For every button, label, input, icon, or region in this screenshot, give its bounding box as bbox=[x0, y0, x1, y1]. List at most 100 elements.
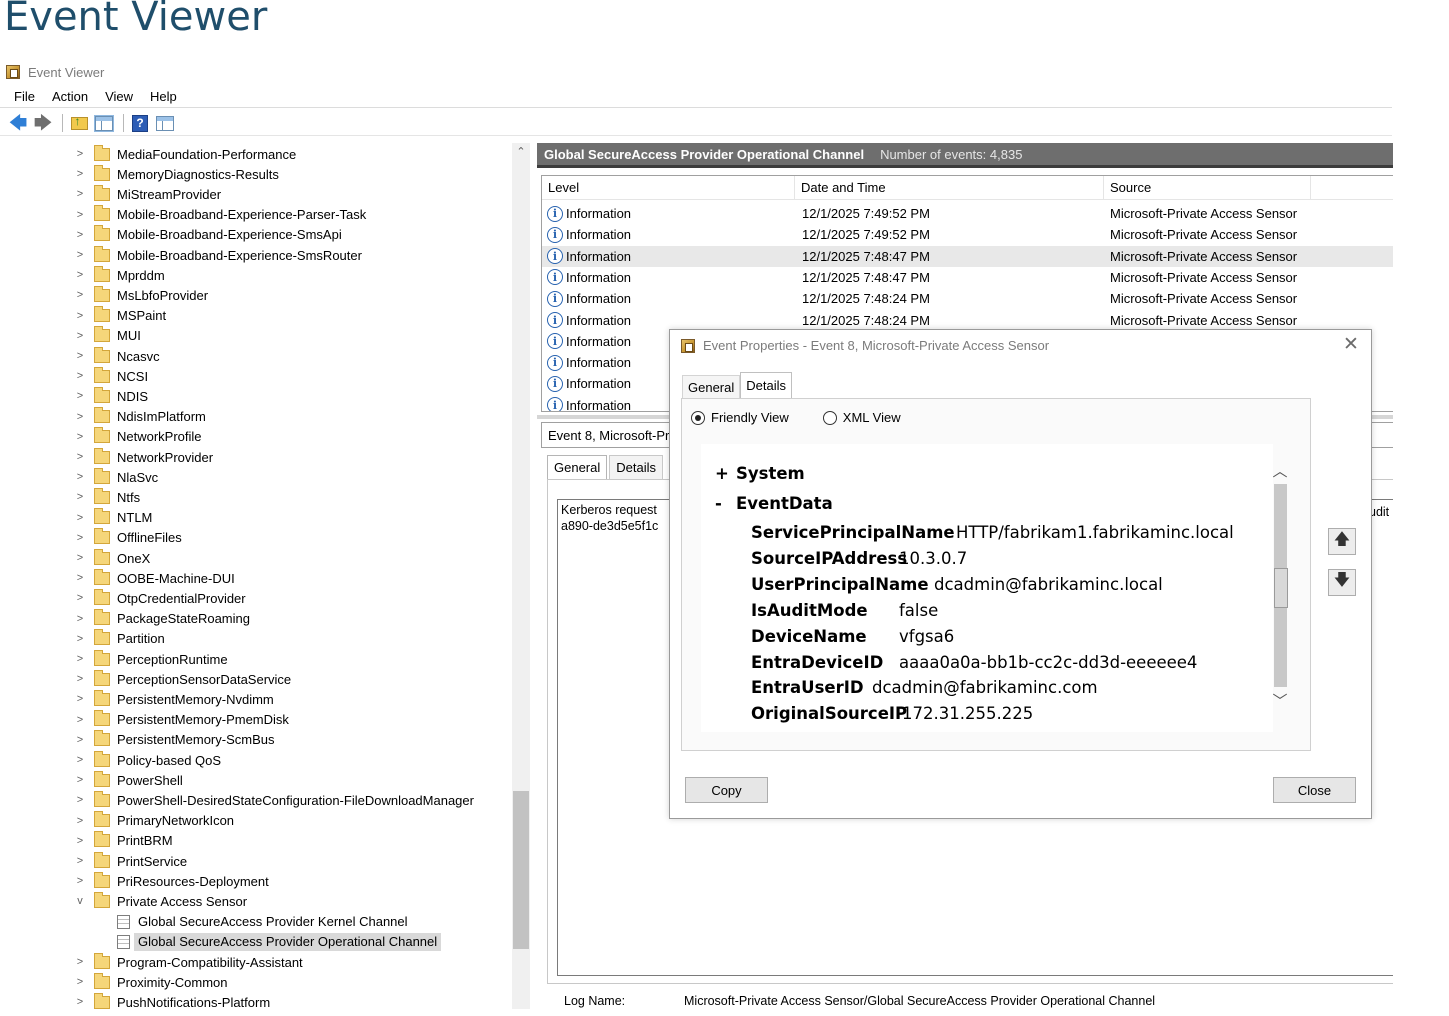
menu-file[interactable]: File bbox=[14, 89, 35, 104]
tree-item[interactable]: > PersistentMemory-Nvdimm bbox=[74, 689, 274, 709]
chevron-down-icon[interactable]: v bbox=[74, 895, 86, 907]
tree-item[interactable]: > PrimaryNetworkIcon bbox=[74, 811, 234, 831]
chevron-right-icon[interactable]: > bbox=[74, 815, 86, 827]
chevron-right-icon[interactable]: > bbox=[74, 390, 86, 402]
tree-item[interactable]: > Mobile-Broadband-Experience-Parser-Task bbox=[74, 205, 366, 225]
chevron-right-icon[interactable]: > bbox=[74, 512, 86, 524]
chevron-right-icon[interactable]: > bbox=[74, 673, 86, 685]
up-one-level-button[interactable] bbox=[68, 112, 90, 134]
tree-item[interactable]: > PrintService bbox=[74, 851, 187, 871]
tree-item[interactable]: > NCSI bbox=[74, 366, 148, 386]
event-row[interactable]: i Information 12/1/2025 7:48:47 PM Microsof… bbox=[542, 267, 1393, 288]
chevron-right-icon[interactable]: > bbox=[74, 572, 86, 584]
copy-button[interactable]: Copy bbox=[685, 777, 768, 803]
console-tree[interactable]: > MediaFoundation-Performance > MemoryDiagn… bbox=[4, 143, 513, 1009]
expand-icon[interactable]: + bbox=[715, 464, 736, 483]
chevron-right-icon[interactable]: > bbox=[74, 289, 86, 301]
chevron-right-icon[interactable]: > bbox=[74, 229, 86, 241]
chevron-right-icon[interactable]: > bbox=[74, 249, 86, 261]
event-row[interactable]: i Information 12/1/2025 7:48:24 PM Microsof… bbox=[542, 310, 1393, 331]
tree-item[interactable]: > PerceptionRuntime bbox=[74, 649, 228, 669]
xml-view-radio[interactable] bbox=[822, 410, 837, 425]
chevron-right-icon[interactable]: > bbox=[74, 451, 86, 463]
tree-item[interactable]: > Ntfs bbox=[74, 487, 140, 507]
tree-item[interactable]: > Policy-based QoS bbox=[74, 750, 221, 770]
chevron-right-icon[interactable]: > bbox=[74, 693, 86, 705]
tree-item[interactable]: > Mprddm bbox=[74, 265, 165, 285]
tree-item[interactable]: > MiStreamProvider bbox=[74, 184, 221, 204]
chevron-right-icon[interactable]: > bbox=[74, 714, 86, 726]
previous-event-button[interactable]: 🡅 bbox=[1328, 528, 1356, 555]
chevron-right-icon[interactable]: > bbox=[74, 875, 86, 887]
tree-item[interactable]: > Proximity-Common bbox=[74, 972, 228, 992]
scroll-up-chevron-icon[interactable]: ︿ bbox=[1272, 460, 1288, 481]
tree-item[interactable]: > MUI bbox=[74, 326, 141, 346]
tree-item[interactable]: > MemoryDiagnostics-Results bbox=[74, 164, 279, 184]
details-scrollbar[interactable]: ︿ ﹀ bbox=[1272, 460, 1288, 710]
chevron-right-icon[interactable]: > bbox=[74, 431, 86, 443]
tree-item[interactable]: v Private Access Sensor bbox=[74, 891, 247, 911]
chevron-right-icon[interactable]: > bbox=[74, 209, 86, 221]
chevron-right-icon[interactable]: > bbox=[74, 653, 86, 665]
chevron-right-icon[interactable]: > bbox=[74, 168, 86, 180]
friendly-view-radio[interactable] bbox=[691, 410, 705, 425]
chevron-right-icon[interactable]: > bbox=[74, 350, 86, 362]
event-row[interactable]: i Information 12/1/2025 7:49:52 PM Microsof… bbox=[542, 224, 1393, 245]
chevron-right-icon[interactable]: > bbox=[74, 774, 86, 786]
show-hide-action-pane-button[interactable] bbox=[154, 112, 176, 134]
chevron-right-icon[interactable]: > bbox=[74, 754, 86, 766]
tree-item[interactable]: > PersistentMemory-PmemDisk bbox=[74, 710, 289, 730]
event-row[interactable]: i Information 12/1/2025 7:48:47 PM Microsof… bbox=[542, 245, 1393, 267]
scroll-up-icon[interactable]: ⌃ bbox=[512, 145, 530, 158]
tree-item[interactable]: > NetworkProvider bbox=[74, 447, 213, 467]
tree-item[interactable]: > MSPaint bbox=[74, 306, 166, 326]
back-button[interactable]: 🡄 bbox=[7, 112, 29, 134]
event-row[interactable]: i Information 12/1/2025 7:49:52 PM Microsof… bbox=[542, 203, 1393, 224]
tree-item[interactable]: > MediaFoundation-Performance bbox=[74, 144, 296, 164]
scrollbar-thumb[interactable] bbox=[513, 791, 529, 949]
chevron-right-icon[interactable]: > bbox=[74, 310, 86, 322]
menu-action[interactable]: Action bbox=[52, 89, 88, 104]
chevron-right-icon[interactable]: > bbox=[74, 956, 86, 968]
chevron-right-icon[interactable]: > bbox=[74, 269, 86, 281]
chevron-right-icon[interactable]: > bbox=[74, 148, 86, 160]
tree-item[interactable]: > Mobile-Broadband-Experience-SmsRouter bbox=[74, 245, 362, 265]
section-system[interactable]: + System bbox=[715, 464, 805, 483]
tree-item[interactable]: > MsLbfoProvider bbox=[74, 285, 208, 305]
tree-item[interactable]: > Partition bbox=[74, 629, 165, 649]
collapse-icon[interactable]: - bbox=[715, 494, 736, 513]
menu-view[interactable]: View bbox=[105, 89, 133, 104]
tree-item[interactable]: > PushNotifications-Platform bbox=[74, 992, 270, 1009]
tree-item[interactable]: > PerceptionSensorDataService bbox=[74, 669, 291, 689]
tree-item[interactable]: > PowerShell-DesiredStateConfiguration-Fi… bbox=[74, 790, 474, 810]
tree-item[interactable]: > NdisImPlatform bbox=[74, 407, 206, 427]
close-button[interactable]: Close bbox=[1273, 777, 1356, 803]
tree-item[interactable]: Global SecureAccess Provider Operational… bbox=[117, 932, 442, 952]
tree-item[interactable]: > PowerShell bbox=[74, 770, 183, 790]
tree-item[interactable]: > PackageStateRoaming bbox=[74, 609, 250, 629]
chevron-right-icon[interactable]: > bbox=[74, 835, 86, 847]
tree-item[interactable]: > Mobile-Broadband-Experience-SmsApi bbox=[74, 225, 342, 245]
chevron-right-icon[interactable]: > bbox=[74, 794, 86, 806]
tree-item[interactable]: > OtpCredentialProvider bbox=[74, 588, 246, 608]
dialog-tab-details[interactable]: Details bbox=[740, 372, 792, 399]
tree-item[interactable]: > NTLM bbox=[74, 508, 152, 528]
chevron-right-icon[interactable]: > bbox=[74, 370, 86, 382]
friendly-view-label[interactable]: Friendly View bbox=[711, 410, 789, 425]
tree-item[interactable]: Global SecureAccess Provider Kernel Chan… bbox=[117, 912, 408, 932]
chevron-right-icon[interactable]: > bbox=[74, 330, 86, 342]
tree-item[interactable]: > OfflineFiles bbox=[74, 528, 182, 548]
chevron-right-icon[interactable]: > bbox=[74, 592, 86, 604]
tree-item[interactable]: > PersistentMemory-ScmBus bbox=[74, 730, 274, 750]
next-event-button[interactable]: 🡇 bbox=[1328, 569, 1356, 596]
tree-item[interactable]: > NlaSvc bbox=[74, 467, 158, 487]
forward-button[interactable]: 🡆 bbox=[32, 112, 54, 134]
help-button[interactable]: ? bbox=[129, 112, 151, 134]
chevron-right-icon[interactable]: > bbox=[74, 996, 86, 1008]
section-eventdata[interactable]: - EventData bbox=[715, 494, 833, 513]
chevron-right-icon[interactable]: > bbox=[74, 532, 86, 544]
chevron-right-icon[interactable]: > bbox=[74, 491, 86, 503]
column-header-date-time[interactable]: Date and Time bbox=[795, 176, 1104, 199]
menu-help[interactable]: Help bbox=[150, 89, 177, 104]
tree-item[interactable]: > PrintBRM bbox=[74, 831, 173, 851]
